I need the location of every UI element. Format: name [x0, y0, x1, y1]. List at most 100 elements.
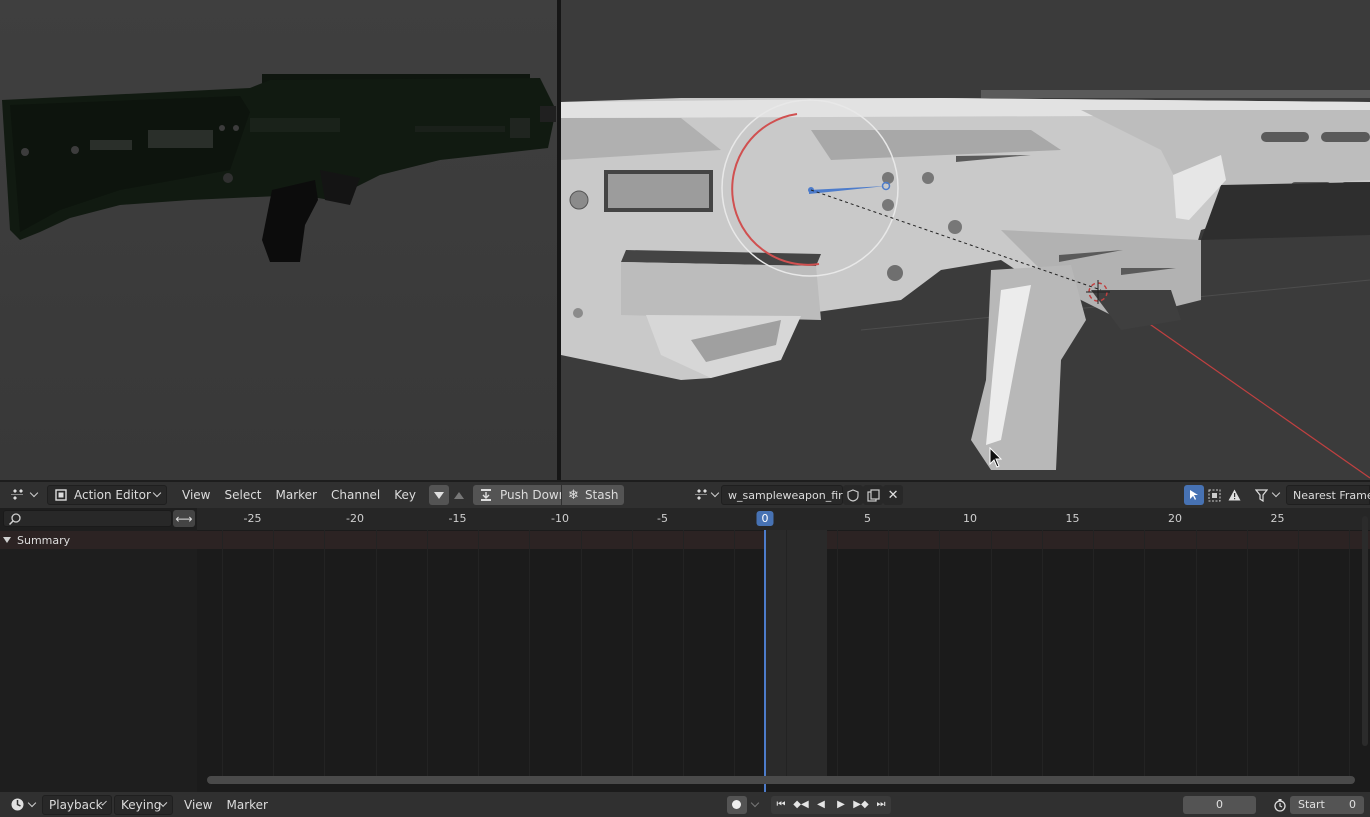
menu-select[interactable]: Select: [217, 485, 268, 505]
channel-swap-button[interactable]: ⟷: [173, 510, 195, 527]
mode-label: Action Editor: [74, 488, 151, 502]
jump-to-start-button[interactable]: ⏮: [770, 795, 791, 814]
start-frame-field[interactable]: Start 0: [1290, 795, 1364, 814]
right-3d-viewport[interactable]: [561, 0, 1370, 480]
rifle-solid-model: [561, 0, 1370, 480]
play-reverse-icon: ◀: [817, 799, 825, 810]
grid-line: [939, 530, 941, 776]
editor-type-button[interactable]: [5, 485, 41, 505]
rifle-shaded-model: [0, 0, 557, 480]
grid-line: [990, 530, 992, 776]
menu-key[interactable]: Key: [387, 485, 423, 505]
auto-keying-options-button[interactable]: [747, 795, 763, 815]
playback-menu[interactable]: Playback: [42, 794, 112, 815]
grid-line: [324, 530, 326, 776]
jump-prev-keyframe-button[interactable]: ◆◀: [790, 795, 811, 814]
chevron-down-icon: [1271, 488, 1281, 498]
chevron-down-icon: [27, 798, 37, 807]
keying-menu[interactable]: Keying: [114, 794, 173, 815]
vertical-scrollbar[interactable]: [1362, 516, 1368, 746]
jump-next-keyframe-button[interactable]: ▶◆: [850, 795, 871, 814]
cursor-arrow-icon: [1186, 487, 1202, 503]
jump-to-end-button[interactable]: ⏭: [870, 795, 891, 814]
play-icon: ▶: [837, 799, 845, 810]
play-reverse-button[interactable]: ◀: [810, 795, 831, 814]
jump-start-icon: ⏮: [776, 799, 786, 810]
snapping-label: Nearest Frame: [1293, 488, 1370, 502]
expand-triangle-icon[interactable]: [3, 537, 11, 543]
dashed-box-icon: [1206, 487, 1222, 503]
grid-line: [1195, 530, 1197, 776]
prev-keyframe-icon: ◆◀: [793, 799, 809, 810]
warning-icon: [1226, 487, 1242, 503]
dopesheet-timeline[interactable]: -25 -20 -15 -10 -5 5 10 15 20 25 0: [197, 508, 1370, 792]
snapping-select[interactable]: Nearest Frame: [1286, 485, 1370, 505]
timeline-editor-type-button[interactable]: [6, 795, 38, 815]
action-name-field[interactable]: w_sampleweapon_fire: [721, 485, 849, 505]
auto-keying-button[interactable]: [726, 795, 747, 814]
timeline-footer: Playback Keying View Marker ⏮ ◆◀ ◀ ▶ ▶◆ …: [0, 792, 1370, 817]
chevron-down-icon: [750, 798, 760, 807]
summary-label: Summary: [17, 533, 71, 547]
close-icon: ✕: [887, 487, 899, 503]
only-selected-button[interactable]: [1184, 485, 1204, 505]
channel-search-input[interactable]: [3, 510, 172, 527]
menu-channel[interactable]: Channel: [324, 485, 387, 505]
start-label: Start: [1298, 798, 1325, 811]
frame-tick-label: -10: [551, 512, 569, 525]
grid-line: [1093, 530, 1094, 776]
dopesheet-icon: [9, 487, 25, 503]
action-browse-button[interactable]: [690, 485, 721, 505]
layer-up-button[interactable]: [449, 485, 469, 505]
mode-select[interactable]: Action Editor: [47, 485, 167, 505]
triangle-down-icon: [434, 491, 445, 499]
frame-ruler[interactable]: [197, 508, 1370, 530]
swap-arrows-icon: ⟷: [175, 511, 193, 526]
frame-tick-label: 15: [1065, 512, 1080, 525]
grid-line: [273, 530, 274, 776]
jump-end-icon: ⏭: [876, 799, 886, 810]
grid-line: [785, 530, 787, 776]
push-down-label: Push Down: [500, 488, 567, 502]
push-down-button[interactable]: Push Down: [473, 485, 566, 505]
grid-line: [836, 530, 838, 776]
layer-down-button[interactable]: [429, 485, 450, 505]
frame-tick-label: -5: [657, 512, 668, 525]
only-errors-button[interactable]: [1224, 485, 1244, 505]
play-button[interactable]: ▶: [830, 795, 851, 814]
grid-line: [1298, 530, 1299, 776]
search-icon: [8, 512, 22, 526]
new-action-button[interactable]: [863, 485, 884, 505]
menu-marker[interactable]: Marker: [269, 485, 324, 505]
start-value: 0: [1349, 798, 1356, 811]
frame-tick-label: -15: [448, 512, 467, 525]
frame-tick-label: 10: [963, 512, 977, 525]
grid-line: [426, 530, 428, 776]
duplicate-icon: [865, 487, 881, 503]
grid-line: [529, 530, 531, 776]
fake-user-button[interactable]: [843, 485, 864, 505]
grid-line: [631, 530, 633, 776]
action-browse-icon: [693, 487, 709, 503]
playhead-frame-indicator[interactable]: 0: [756, 511, 774, 526]
triangle-up-icon: [454, 491, 465, 499]
stash-button[interactable]: ❄ Stash: [562, 485, 625, 505]
frame-tick-label: 5: [864, 512, 871, 525]
record-icon: [732, 800, 742, 809]
current-frame-value: 0: [1216, 798, 1223, 811]
frame-range-highlight: [765, 530, 827, 776]
left-3d-viewport[interactable]: [0, 0, 557, 480]
footer-menu-view[interactable]: View: [177, 795, 219, 815]
use-preview-range-button[interactable]: [1270, 795, 1290, 815]
show-hidden-button[interactable]: [1204, 485, 1224, 505]
horizontal-scrollbar[interactable]: [207, 776, 1355, 784]
filters-button[interactable]: [1250, 485, 1282, 505]
menu-view[interactable]: View: [175, 485, 217, 505]
keying-label: Keying: [121, 797, 162, 812]
playhead-line[interactable]: [764, 530, 766, 792]
grid-line: [580, 530, 582, 776]
summary-channel[interactable]: Summary: [0, 531, 197, 549]
footer-menu-marker[interactable]: Marker: [219, 795, 274, 815]
unlink-action-button[interactable]: ✕: [883, 485, 904, 505]
current-frame-field[interactable]: 0: [1183, 795, 1256, 814]
